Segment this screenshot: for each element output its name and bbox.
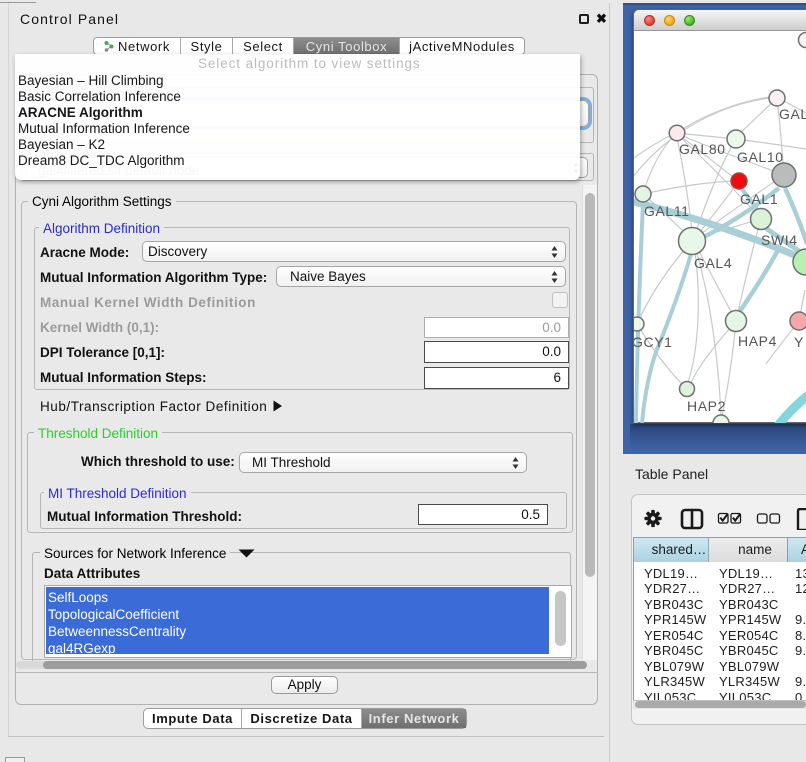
svg-text:GAL11: GAL11 xyxy=(644,203,690,219)
svg-text:SWI4: SWI4 xyxy=(761,232,798,248)
svg-text:GCY1: GCY1 xyxy=(634,334,673,350)
svg-text:GAL80: GAL80 xyxy=(679,141,726,157)
svg-text:Y: Y xyxy=(794,334,804,350)
svg-text:HAP4: HAP4 xyxy=(738,333,777,349)
svg-text:GAL4: GAL4 xyxy=(694,255,732,271)
svg-text:GAL: GAL xyxy=(779,106,806,122)
svg-text:GAL10: GAL10 xyxy=(737,149,784,165)
svg-text:GAL1: GAL1 xyxy=(740,191,778,207)
svg-text:HAP2: HAP2 xyxy=(687,398,726,414)
